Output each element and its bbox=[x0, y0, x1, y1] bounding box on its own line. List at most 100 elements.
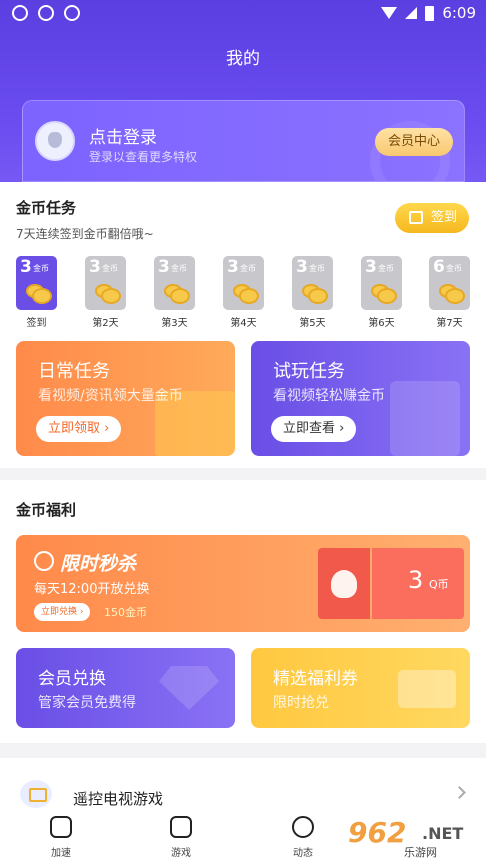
day-amount: 3 bbox=[89, 257, 101, 277]
page-title: 我的 bbox=[226, 49, 260, 69]
flash-sale-price: 150金币 bbox=[104, 606, 147, 619]
tab-label: 游戏 bbox=[171, 848, 191, 859]
day-label: 第4天 bbox=[230, 318, 257, 329]
welfare-coupon-subtitle: 限时抢兑 bbox=[273, 695, 329, 711]
app-notification-icon bbox=[12, 5, 28, 21]
day-label: 第2天 bbox=[92, 318, 119, 329]
flash-sale-title: 限时秒杀 bbox=[60, 553, 137, 575]
daily-task-subtitle: 看视频/资讯领大量金币 bbox=[38, 388, 183, 404]
avatar[interactable] bbox=[35, 121, 75, 161]
login-title[interactable]: 点击登录 bbox=[89, 123, 157, 148]
view-now-button[interactable]: 立即查看 › bbox=[271, 416, 357, 442]
checkin-day[interactable]: 3 金币 第6天 bbox=[361, 256, 402, 329]
daily-task-title: 日常任务 bbox=[38, 361, 110, 382]
coupon-unit: Q币 bbox=[429, 578, 449, 591]
gamepad-icon bbox=[170, 816, 192, 838]
chevron-right-icon bbox=[453, 786, 466, 799]
day-amount: 3 bbox=[20, 257, 32, 277]
day-card: 3 金币 bbox=[361, 256, 402, 310]
tab-games[interactable]: 游戏 bbox=[136, 808, 226, 864]
day-card: 3 金币 bbox=[223, 256, 264, 310]
tv-icon bbox=[20, 780, 52, 808]
alarm-clock-icon bbox=[34, 551, 54, 571]
calendar-icon bbox=[409, 211, 423, 224]
diamond-icon bbox=[159, 666, 219, 710]
tab-label: 动态 bbox=[293, 848, 313, 859]
day-label: 第7天 bbox=[436, 318, 463, 329]
bottom-tab-bar: 加速 游戏 动态 962 .NET 乐游网 bbox=[0, 808, 486, 864]
day-unit: 金币 bbox=[33, 264, 49, 273]
day-label: 签到 bbox=[26, 318, 47, 329]
coupon-value-box: 3 Q币 bbox=[372, 548, 464, 619]
watermark-sub: 乐游网 bbox=[404, 846, 437, 859]
sign-in-button[interactable]: 签到 bbox=[395, 203, 469, 233]
battery-icon bbox=[425, 5, 435, 21]
trial-task-card[interactable]: 试玩任务 看视频轻松赚金币 立即查看 › bbox=[251, 341, 470, 456]
checkin-days: 3 金币 签到 3 金币 第2天 3 金币 第3天 3 金币 第4天 3 金币 … bbox=[16, 256, 472, 330]
checkin-day[interactable]: 3 金币 第2天 bbox=[85, 256, 126, 329]
flash-sale-subtitle: 每天12:00开放兑换 bbox=[34, 582, 150, 597]
qq-penguin-icon bbox=[331, 570, 357, 598]
ticket-icon bbox=[398, 670, 456, 708]
status-bar: 6:09 bbox=[0, 0, 486, 28]
day-amount: 3 bbox=[296, 257, 308, 277]
coupon-stub bbox=[318, 548, 370, 619]
day-label: 第6天 bbox=[368, 318, 395, 329]
coin-icon bbox=[101, 288, 121, 304]
day-amount: 3 bbox=[227, 257, 239, 277]
coupon-value: 3 bbox=[408, 566, 424, 594]
tab-feed[interactable]: 动态 bbox=[258, 808, 348, 864]
coin-welfare-title: 金币福利 bbox=[16, 501, 77, 519]
checkin-day[interactable]: 3 金币 签到 bbox=[16, 256, 57, 329]
welfare-coupon-title: 精选福利券 bbox=[273, 669, 358, 689]
coin-icon bbox=[377, 288, 397, 304]
vip-center-button[interactable]: 会员中心 bbox=[375, 128, 453, 156]
day-amount: 3 bbox=[158, 257, 170, 277]
checkin-day[interactable]: 3 金币 第3天 bbox=[154, 256, 195, 329]
redeem-now-button[interactable]: 立即兑换 › bbox=[34, 603, 91, 621]
day-unit: 金币 bbox=[171, 264, 187, 273]
trial-task-subtitle: 看视频轻松赚金币 bbox=[273, 388, 385, 404]
day-label: 第3天 bbox=[161, 318, 188, 329]
wifi-icon bbox=[381, 7, 398, 19]
checkin-day[interactable]: 3 金币 第4天 bbox=[223, 256, 264, 329]
watermark-net: .NET bbox=[422, 824, 464, 843]
tab-accelerate[interactable]: 加速 bbox=[16, 808, 106, 864]
flash-sale-card[interactable]: 限时秒杀 每天12:00开放兑换 立即兑换 › 150金币 3 Q币 bbox=[16, 535, 470, 632]
coin-icon bbox=[170, 288, 190, 304]
tv-games-row[interactable]: 遥控电视游戏 bbox=[0, 758, 486, 808]
day-amount: 3 bbox=[365, 257, 377, 277]
daily-task-card[interactable]: 日常任务 看视频/资讯领大量金币 立即领取 › bbox=[16, 341, 235, 456]
day-label: 第5天 bbox=[299, 318, 326, 329]
coin-icon bbox=[32, 288, 52, 304]
login-card[interactable]: 点击登录 登录以查看更多特权 会员中心 bbox=[22, 100, 465, 182]
checkin-day[interactable]: 6 金币 第7天 bbox=[429, 256, 470, 329]
sign-in-label: 签到 bbox=[430, 210, 457, 225]
vip-exchange-card[interactable]: 会员兑换 管家会员免费得 bbox=[16, 648, 235, 728]
checkin-day[interactable]: 3 金币 第5天 bbox=[292, 256, 333, 329]
day-unit: 金币 bbox=[378, 264, 394, 273]
tab-label: 加速 bbox=[51, 848, 71, 859]
rocket-icon bbox=[50, 816, 72, 838]
vip-exchange-title: 会员兑换 bbox=[38, 669, 106, 689]
claim-now-button[interactable]: 立即领取 › bbox=[36, 416, 122, 442]
cat-notification-icon bbox=[38, 5, 54, 21]
clipboard-icon bbox=[390, 381, 460, 456]
app-notification-icon-2 bbox=[64, 5, 80, 21]
coin-task-title: 金币任务 bbox=[16, 199, 77, 217]
welfare-coupon-card[interactable]: 精选福利券 限时抢兑 bbox=[251, 648, 470, 728]
coin-icon bbox=[239, 288, 259, 304]
watermark-logo: 962 .NET 乐游网 bbox=[340, 816, 480, 859]
day-unit: 金币 bbox=[446, 264, 462, 273]
chat-icon bbox=[292, 816, 314, 838]
day-card: 3 金币 bbox=[16, 256, 57, 310]
coin-icon bbox=[308, 288, 328, 304]
watermark-brand: 962 bbox=[348, 816, 407, 849]
status-time: 6:09 bbox=[442, 4, 476, 22]
day-card: 3 金币 bbox=[292, 256, 333, 310]
day-card: 6 金币 bbox=[429, 256, 470, 310]
coin-task-subtitle: 7天连续签到金币翻倍哦~ bbox=[16, 227, 154, 241]
day-unit: 金币 bbox=[102, 264, 118, 273]
trial-task-title: 试玩任务 bbox=[273, 361, 345, 382]
tv-games-label: 遥控电视游戏 bbox=[73, 790, 164, 808]
